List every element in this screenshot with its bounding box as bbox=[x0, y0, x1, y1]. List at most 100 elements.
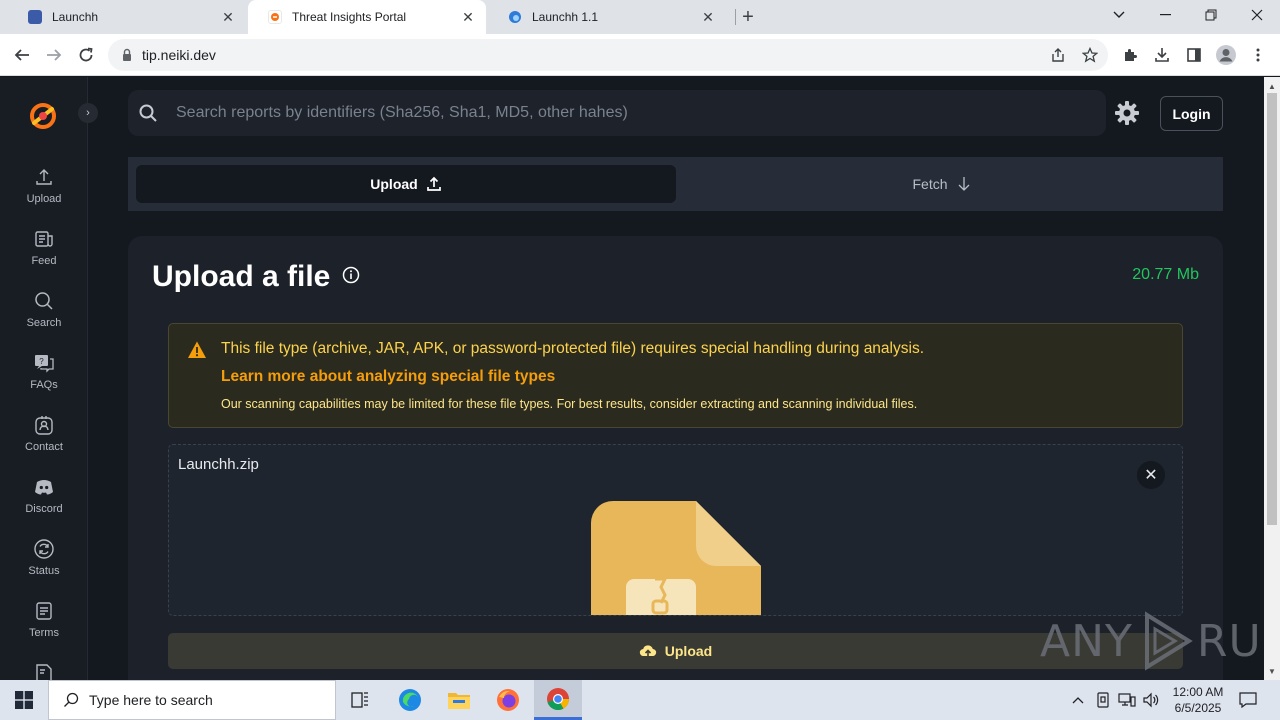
web-page: Upload Feed Search ? FAQs Contact Discor… bbox=[0, 77, 1264, 680]
device-icon[interactable] bbox=[1092, 680, 1114, 720]
sidebar-item-more[interactable] bbox=[0, 662, 88, 680]
page-scrollbar[interactable]: ▲ ▼ bbox=[1264, 77, 1280, 680]
browser-toolbar: tip.neiki.dev bbox=[0, 34, 1280, 76]
search-input[interactable] bbox=[176, 104, 1106, 122]
close-tab-icon[interactable]: ✕ bbox=[460, 9, 476, 25]
svg-text:?: ? bbox=[39, 357, 44, 366]
firefox-icon[interactable] bbox=[484, 680, 532, 720]
file-explorer-icon[interactable] bbox=[435, 680, 483, 720]
sidebar-item-label: Search bbox=[26, 317, 62, 329]
tab-launchh-1-1[interactable]: Launchh 1.1 ✕ bbox=[488, 0, 726, 34]
warning-detail: Our scanning capabilities may be limited… bbox=[221, 397, 918, 411]
clock-time: 12:00 AM bbox=[1172, 685, 1224, 699]
tab-fetch[interactable]: Fetch bbox=[672, 165, 1212, 203]
zip-file-icon bbox=[591, 501, 761, 615]
close-tab-icon[interactable]: ✕ bbox=[700, 9, 716, 25]
new-tab-button[interactable]: + bbox=[736, 5, 760, 29]
sidebar-item-terms[interactable]: Terms bbox=[0, 600, 88, 652]
search-icon bbox=[139, 104, 157, 122]
network-icon[interactable] bbox=[1116, 680, 1138, 720]
close-window-button[interactable] bbox=[1234, 0, 1280, 30]
fetch-arrow-down-icon bbox=[958, 177, 969, 191]
chrome-icon[interactable] bbox=[534, 680, 582, 720]
play-logo-icon bbox=[1144, 611, 1193, 671]
launchh-favicon-icon bbox=[28, 10, 42, 24]
watermark-left: ANY bbox=[1040, 615, 1133, 667]
taskbar-search-placeholder: Type here to search bbox=[89, 692, 213, 708]
minimize-button[interactable] bbox=[1142, 0, 1188, 30]
info-icon[interactable] bbox=[342, 266, 360, 284]
file-drop-zone[interactable]: Launchh.zip ✕ bbox=[168, 444, 1183, 616]
selected-file-name: Launchh.zip bbox=[178, 456, 259, 473]
start-button[interactable] bbox=[0, 680, 48, 720]
sidebar-item-feed[interactable]: Feed bbox=[0, 228, 88, 280]
windows-taskbar: Type here to search 12:00 AM 6/5/2025 bbox=[0, 680, 1280, 720]
tab-threat-insights[interactable]: Threat Insights Portal ✕ bbox=[248, 0, 486, 34]
sidebar-item-label: Terms bbox=[29, 627, 59, 639]
report-search-bar[interactable] bbox=[128, 90, 1106, 136]
download-icon[interactable] bbox=[1150, 43, 1174, 67]
volume-icon[interactable] bbox=[1140, 680, 1162, 720]
login-button[interactable]: Login bbox=[1160, 96, 1223, 131]
browser-menu-icon[interactable] bbox=[1246, 43, 1270, 67]
taskbar-clock[interactable]: 12:00 AM 6/5/2025 bbox=[1162, 684, 1234, 716]
sidebar-item-contact[interactable]: Contact bbox=[0, 414, 88, 466]
windows-logo-icon bbox=[15, 691, 33, 709]
sidebar-item-label: Discord bbox=[25, 503, 63, 515]
sidebar-item-faqs[interactable]: ? FAQs bbox=[0, 352, 88, 404]
sidebar-item-upload[interactable]: Upload bbox=[0, 166, 88, 218]
taskbar-search-box[interactable]: Type here to search bbox=[48, 680, 336, 720]
scrollbar-thumb[interactable] bbox=[1267, 93, 1277, 525]
tab-search-chevron-icon[interactable] bbox=[1096, 0, 1142, 30]
tab-fetch-label: Fetch bbox=[912, 176, 948, 192]
search-icon bbox=[35, 292, 53, 310]
learn-more-link[interactable]: Learn more about analyzing special file … bbox=[221, 368, 555, 386]
tab-launchh[interactable]: Launchh ✕ bbox=[8, 0, 246, 34]
upload-icon bbox=[36, 169, 52, 185]
forward-arrow-icon[interactable] bbox=[42, 43, 66, 67]
restore-button[interactable] bbox=[1188, 0, 1234, 30]
sidebar-item-status[interactable]: Status bbox=[0, 538, 88, 590]
upload-button[interactable]: Upload bbox=[168, 633, 1183, 669]
sidebar-item-label: FAQs bbox=[30, 379, 58, 391]
document-search-icon bbox=[36, 664, 52, 680]
upload-mode-switch: Upload Fetch bbox=[128, 157, 1223, 211]
scroll-down-arrow-icon[interactable]: ▼ bbox=[1264, 664, 1280, 678]
file-size-label: 20.77 Mb bbox=[1132, 266, 1199, 283]
page-title: Upload a file bbox=[152, 260, 331, 293]
sidebar: Upload Feed Search ? FAQs Contact Discor… bbox=[0, 77, 88, 680]
show-hidden-icons-chevron-icon[interactable] bbox=[1068, 680, 1088, 720]
neiki-logo-icon[interactable] bbox=[28, 101, 58, 131]
bookmark-star-icon[interactable] bbox=[1078, 43, 1102, 67]
watermark-right: RUN bbox=[1196, 615, 1264, 667]
tab-upload[interactable]: Upload bbox=[136, 165, 676, 203]
reload-icon[interactable] bbox=[74, 43, 98, 67]
discord-icon bbox=[35, 480, 53, 495]
profile-avatar-icon[interactable] bbox=[1214, 43, 1238, 67]
back-arrow-icon[interactable] bbox=[10, 43, 34, 67]
clock-date: 6/5/2025 bbox=[1174, 701, 1222, 715]
task-view-icon[interactable] bbox=[336, 680, 384, 720]
close-tab-icon[interactable]: ✕ bbox=[220, 9, 236, 25]
terms-icon bbox=[36, 602, 52, 620]
tab-title: Launchh bbox=[52, 10, 99, 24]
share-icon[interactable] bbox=[1046, 43, 1070, 67]
remove-file-close-icon[interactable]: ✕ bbox=[1137, 461, 1165, 489]
notifications-icon[interactable] bbox=[1236, 680, 1260, 720]
lock-icon bbox=[123, 48, 131, 61]
upload-arrow-icon bbox=[426, 176, 441, 191]
browser-tab-strip: Launchh ✕ Threat Insights Portal ✕ Launc… bbox=[0, 0, 1280, 34]
extensions-puzzle-icon[interactable] bbox=[1118, 43, 1142, 67]
scroll-up-arrow-icon[interactable]: ▲ bbox=[1264, 79, 1280, 93]
edge-browser-icon[interactable] bbox=[386, 680, 434, 720]
settings-gear-icon[interactable] bbox=[1114, 100, 1140, 126]
address-bar[interactable]: tip.neiki.dev bbox=[108, 39, 1108, 71]
sidebar-collapse-chevron-icon[interactable]: › bbox=[78, 103, 98, 123]
sidebar-item-discord[interactable]: Discord bbox=[0, 476, 88, 528]
tab-title: Threat Insights Portal bbox=[292, 10, 407, 24]
upload-button-label: Upload bbox=[664, 643, 713, 659]
sidebar-item-search[interactable]: Search bbox=[0, 290, 88, 342]
side-panel-icon[interactable] bbox=[1182, 43, 1206, 67]
url-text: tip.neiki.dev bbox=[142, 47, 216, 63]
sidebar-item-label: Upload bbox=[26, 193, 62, 205]
